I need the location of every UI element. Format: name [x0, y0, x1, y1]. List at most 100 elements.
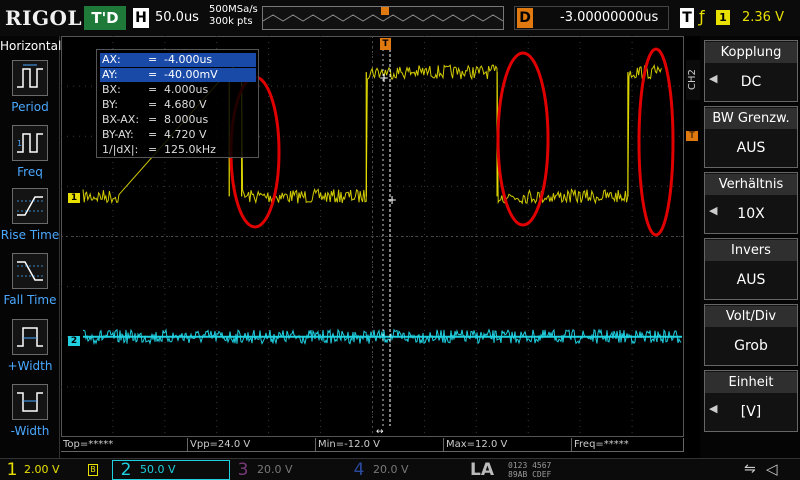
trigger-level[interactable]: 2.36 V — [742, 10, 784, 25]
cursor-name: BY: — [102, 98, 118, 111]
menu-bw-limit-title: BW Grenzw. — [705, 108, 797, 129]
horizontal-badge[interactable]: H — [133, 8, 149, 28]
cursor-val: 8.000us — [164, 113, 209, 126]
sample-rate: 500MSa/s — [209, 4, 258, 15]
trigger-badge[interactable]: T — [680, 8, 694, 28]
meas-max[interactable]: Max=12.0 V — [444, 438, 572, 452]
cursor-val: -4.000us — [164, 53, 213, 66]
trigger-position-marker[interactable]: T — [380, 38, 391, 50]
menu-invert-title: Invers — [705, 240, 797, 261]
pos-width-label: +Width — [7, 359, 53, 373]
menu-probe-ratio-title: Verhältnis — [705, 174, 797, 195]
freq-icon: 1 — [12, 125, 48, 161]
svg-text:1: 1 — [17, 139, 22, 148]
speaker-muted-icon[interactable]: ◁ — [766, 460, 778, 478]
rising-edge-icon: ƒ — [699, 7, 705, 26]
memory-depth: 300k pts — [209, 16, 253, 27]
delay-value[interactable]: -3.00000000us — [560, 10, 658, 25]
menu-coupling-title: Kopplung — [705, 42, 797, 63]
cursor-eq: = — [148, 83, 158, 96]
rise-time-button[interactable]: Rise Time — [0, 188, 60, 250]
waveform-display[interactable]: + + ↔ AX: = -4.000us AY: = -40.00mV BX: = 4.000u… — [61, 36, 684, 437]
ch3-scale[interactable]: 20.0 V — [257, 462, 327, 478]
la-row-2: 89AB CDEF — [508, 470, 552, 479]
fall-time-icon — [12, 253, 48, 289]
cursor-readout: AX: = -4.000us AY: = -40.00mV BX: = 4.000us BY: = 4… — [96, 49, 259, 158]
menu-volt-div-title: Volt/Div — [705, 306, 797, 327]
ch4-scale[interactable]: 20.0 V — [373, 462, 443, 478]
freq-button[interactable]: 1 Freq — [0, 125, 60, 187]
ch2-waveform — [82, 328, 682, 346]
ch1-bw-icon: B — [88, 464, 98, 476]
ch2-offset-marker[interactable]: 2 — [68, 336, 80, 346]
channel-menu: Kopplung ◀ DC BW Grenzw. AUS Verhältnis … — [700, 36, 800, 458]
logic-analyzer-button[interactable]: LA — [462, 459, 502, 480]
cursor-val: 4.720 V — [164, 128, 207, 141]
menu-coupling[interactable]: Kopplung ◀ DC — [704, 40, 798, 102]
meas-min[interactable]: Min=-12.0 V — [316, 438, 444, 452]
rise-time-icon — [12, 188, 48, 224]
menu-invert[interactable]: Invers AUS — [704, 238, 798, 300]
cursor-row: BY-AY: = 4.720 V — [100, 128, 256, 142]
freq-label: Freq — [17, 165, 43, 179]
channel-tab[interactable]: CH2 — [686, 60, 700, 100]
panel-title: Horizontal — [0, 39, 62, 53]
cursor-name: AY: — [102, 68, 118, 81]
menu-bw-limit[interactable]: BW Grenzw. AUS — [704, 106, 798, 168]
cursor-eq: = — [148, 113, 158, 126]
neg-width-icon — [12, 384, 48, 420]
cursor-row: BX: = 4.000us — [100, 83, 256, 97]
ch3-number[interactable]: 3 — [233, 459, 253, 480]
menu-probe-ratio-value: 10X — [737, 206, 765, 222]
menu-invert-value: AUS — [736, 272, 766, 288]
menu-unit[interactable]: Einheit ◀ [V] — [704, 370, 798, 432]
cursor-row: BX-AX: = 8.000us — [100, 113, 256, 127]
cursor-b-cross-icon: + — [387, 193, 397, 207]
menu-volt-div-value: Grob — [734, 338, 768, 354]
cursor-val: 4.000us — [164, 83, 209, 96]
usb-icon: ⇋ — [744, 461, 756, 477]
menu-bw-limit-value: AUS — [736, 140, 766, 156]
cursor-row: AY: = -40.00mV — [100, 68, 256, 82]
rigol-logo: RIGOL — [5, 6, 83, 30]
cursor-row: AX: = -4.000us — [100, 53, 256, 67]
menu-probe-ratio[interactable]: Verhältnis ◀ 10X — [704, 172, 798, 234]
annotation-circle-3 — [637, 47, 675, 237]
ch1-number[interactable]: 1 — [2, 459, 22, 480]
overview-wave-icon — [262, 7, 504, 22]
delay-badge: D — [517, 8, 533, 28]
cursor-eq: = — [148, 68, 158, 81]
la-channel-grid: 0123 4567 89AB CDEF — [508, 461, 598, 479]
ch2-scale[interactable]: 50.0 V — [140, 462, 220, 478]
ch2-number[interactable]: 2 — [116, 459, 136, 480]
ch1-offset-marker[interactable]: 1 — [68, 193, 80, 203]
ch1-scale[interactable]: 2.00 V — [24, 462, 84, 478]
ch4-number[interactable]: 4 — [349, 459, 369, 480]
channel-status-bar: 1 2.00 V B 2 50.0 V 3 20.0 V 4 20.0 V LA… — [0, 458, 800, 480]
neg-width-button[interactable]: -Width — [0, 384, 60, 446]
measurement-strip: Top=***** Vpp=24.0 V Min=-12.0 V Max=12.… — [61, 438, 684, 452]
fall-time-button[interactable]: Fall Time — [0, 253, 60, 315]
trigger-level-marker[interactable]: T — [686, 131, 698, 141]
menu-unit-title: Einheit — [705, 372, 797, 393]
cursor-arrows-icon: ↔ — [376, 427, 384, 437]
meas-vpp[interactable]: Vpp=24.0 V — [188, 438, 316, 452]
meas-freq[interactable]: Freq=***** — [572, 438, 684, 452]
horizontal-measure-panel: Horizontal Period 1 Freq Rise Time Fall … — [0, 36, 62, 458]
meas-top[interactable]: Top=***** — [61, 438, 188, 452]
menu-volt-div[interactable]: Volt/Div Grob — [704, 304, 798, 366]
period-button[interactable]: Period — [0, 60, 60, 122]
run-status-badge[interactable]: T'D — [84, 6, 126, 30]
cursor-name: BX-AX: — [102, 113, 140, 126]
period-icon — [12, 60, 48, 96]
cursor-val: 4.680 V — [164, 98, 207, 111]
menu-coupling-value: DC — [740, 74, 762, 90]
timebase-value[interactable]: 50.0us — [155, 10, 199, 25]
period-label: Period — [11, 100, 49, 114]
trigger-source: 1 — [716, 10, 730, 25]
pos-width-button[interactable]: +Width — [0, 319, 60, 381]
top-status-bar: RIGOL T'D H 50.0us 500MSa/s 300k pts D -… — [0, 0, 800, 36]
la-row-1: 0123 4567 — [508, 461, 552, 470]
fall-time-label: Fall Time — [3, 293, 57, 307]
cursor-eq: = — [148, 53, 158, 66]
